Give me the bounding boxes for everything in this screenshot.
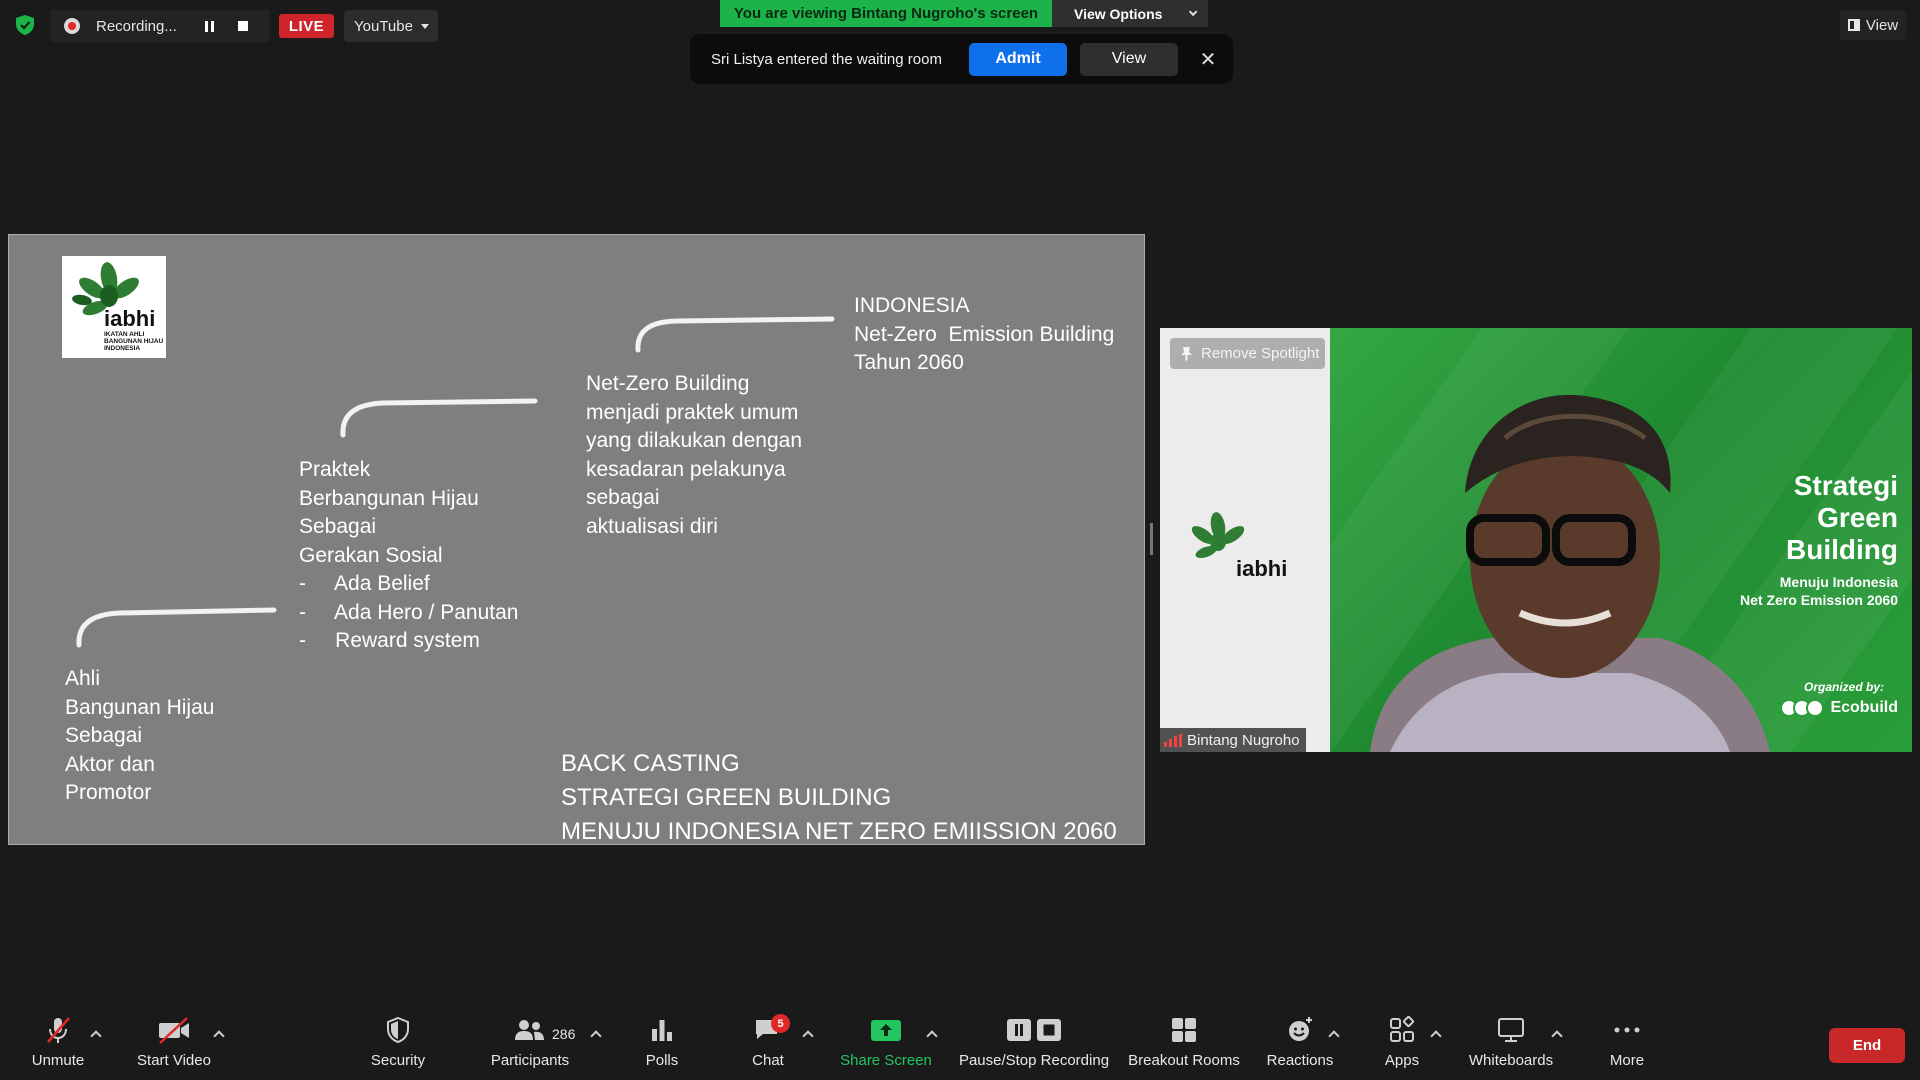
slide-text-praktek: Praktek Berbangunan Hijau Sebagai Geraka… — [299, 458, 519, 652]
pause-stop-recording-icon — [1004, 1010, 1064, 1050]
share-screen-icon — [856, 1010, 916, 1050]
participants-button[interactable]: Participants — [488, 1010, 572, 1080]
apps-icon — [1372, 1010, 1432, 1050]
security-button[interactable]: Security — [368, 1010, 428, 1080]
breakout-rooms-icon — [1154, 1010, 1214, 1050]
layout-icon — [1847, 19, 1860, 31]
remove-spotlight-label: Remove Spotlight — [1201, 345, 1320, 362]
ecobuild-logo: Ecobuild — [1780, 699, 1898, 717]
organized-by-label: Organized by: — [1803, 680, 1884, 694]
share-screen-button[interactable]: Share Screen — [836, 1010, 936, 1080]
start-video-label: Start Video — [137, 1052, 211, 1069]
participants-icon — [500, 1010, 560, 1050]
chat-icon — [738, 1010, 798, 1050]
whiteboards-button[interactable]: Whiteboards — [1466, 1010, 1556, 1080]
participants-label: Participants — [490, 1052, 570, 1069]
ecobuild-label: Ecobuild — [1830, 699, 1898, 716]
unmute-label: Unmute — [31, 1052, 85, 1069]
view-options-dropdown[interactable]: View Options — [1052, 0, 1208, 27]
close-icon[interactable]: ✕ — [1190, 43, 1226, 76]
background-subtitle: Menuju Indonesia Net Zero Emission 2060 — [1740, 574, 1898, 608]
unmute-button[interactable]: Unmute — [28, 1010, 88, 1080]
recording-label: Recording... — [96, 17, 177, 35]
video-off-icon — [144, 1010, 204, 1050]
view-layout-button[interactable]: View — [1840, 10, 1906, 40]
chevron-down-icon — [1189, 7, 1198, 16]
connection-signal-icon — [1164, 733, 1182, 747]
whiteboard-icon — [1481, 1010, 1541, 1050]
encryption-shield-icon[interactable] — [14, 14, 36, 36]
breakout-rooms-button[interactable]: Breakout Rooms — [1124, 1010, 1244, 1080]
stop-icon — [238, 21, 248, 31]
stream-target-label: YouTube — [354, 17, 413, 35]
shield-icon — [368, 1010, 428, 1050]
view-options-label: View Options — [1074, 5, 1163, 22]
stream-target-dropdown[interactable]: YouTube — [344, 10, 438, 42]
share-screen-label: Share Screen — [840, 1052, 932, 1069]
pin-icon — [1181, 347, 1192, 361]
polls-button[interactable]: Polls — [632, 1010, 692, 1080]
pause-icon — [204, 20, 214, 32]
participants-count: 286 — [552, 1026, 576, 1042]
meeting-toolbar: Unmute Start Video Security Participants… — [0, 1010, 1920, 1080]
reactions-label: Reactions — [1266, 1052, 1334, 1069]
breakout-rooms-label: Breakout Rooms — [1128, 1052, 1240, 1069]
chat-label: Chat — [752, 1052, 784, 1069]
recording-indicator: Recording... — [50, 10, 270, 42]
viewing-screen-banner: You are viewing Bintang Nugroho's screen — [720, 0, 1052, 27]
apps-label: Apps — [1384, 1052, 1420, 1069]
waiting-room-message: Sri Listya entered the waiting room — [711, 50, 942, 68]
virtual-background-green: Strategi Green Building Menuju Indonesia… — [1160, 328, 1912, 752]
polls-icon — [632, 1010, 692, 1050]
panel-resize-handle[interactable] — [1150, 523, 1153, 555]
recording-dot-icon — [64, 18, 80, 34]
whiteboards-label: Whiteboards — [1468, 1052, 1554, 1069]
reactions-smiley-icon — [1270, 1010, 1330, 1050]
admit-button[interactable]: Admit — [969, 42, 1067, 76]
apps-options-caret-icon[interactable] — [1430, 1030, 1442, 1042]
end-meeting-button[interactable]: End — [1829, 1028, 1905, 1063]
speaker-video-tile[interactable]: iabhi Strategi Green Building Menuju Ind… — [1160, 328, 1912, 752]
ecobuild-dots-icon — [1780, 699, 1825, 717]
background-title: Strategi Green Building — [1786, 470, 1898, 565]
apps-button[interactable]: Apps — [1372, 1010, 1432, 1080]
polls-label: Polls — [645, 1052, 679, 1069]
security-label: Security — [370, 1052, 426, 1069]
pause-recording-button[interactable] — [192, 10, 226, 42]
more-dots-icon — [1597, 1010, 1657, 1050]
stop-recording-button[interactable] — [226, 10, 260, 42]
remove-spotlight-button[interactable]: Remove Spotlight — [1170, 338, 1325, 369]
slide-bottom-title: BACK CASTING STRATEGI GREEN BUILDING MEN… — [561, 750, 1117, 845]
speaker-name-tag: Bintang Nugroho — [1160, 728, 1306, 752]
background-logo-wordmark: iabhi — [1236, 556, 1287, 581]
view-layout-label: View — [1865, 16, 1899, 34]
view-waiting-room-button[interactable]: View — [1080, 42, 1178, 76]
reactions-button[interactable]: Reactions — [1264, 1010, 1336, 1080]
shared-screen-slide: iabhi IKATAN AHLI BANGUNAN HIJAU INDONES… — [8, 234, 1145, 845]
chat-unread-badge: 5 — [771, 1014, 790, 1033]
more-label: More — [1609, 1052, 1645, 1069]
caret-down-icon — [420, 23, 429, 29]
muted-mic-icon — [28, 1010, 88, 1050]
live-badge[interactable]: LIVE — [279, 14, 334, 38]
audio-options-caret-icon[interactable] — [90, 1030, 102, 1042]
chat-options-caret-icon[interactable] — [802, 1030, 814, 1042]
participants-options-caret-icon[interactable] — [590, 1030, 602, 1042]
start-video-button[interactable]: Start Video — [130, 1010, 218, 1080]
pause-stop-recording-label: Pause/Stop Recording — [958, 1052, 1110, 1069]
waiting-room-notification: Sri Listya entered the waiting room Admi… — [690, 34, 1233, 84]
pause-stop-recording-button[interactable]: Pause/Stop Recording — [954, 1010, 1114, 1080]
speaker-name: Bintang Nugroho — [1187, 731, 1300, 749]
slide-text-netzero-building: Net-Zero Building menjadi praktek umum y… — [586, 372, 803, 538]
slide-text-indonesia: INDONESIA Net-Zero Emission Building Tah… — [854, 294, 1115, 374]
slide-text-ahli: Ahli Bangunan Hijau Sebagai Aktor dan Pr… — [65, 667, 215, 804]
more-button[interactable]: More — [1597, 1010, 1657, 1080]
